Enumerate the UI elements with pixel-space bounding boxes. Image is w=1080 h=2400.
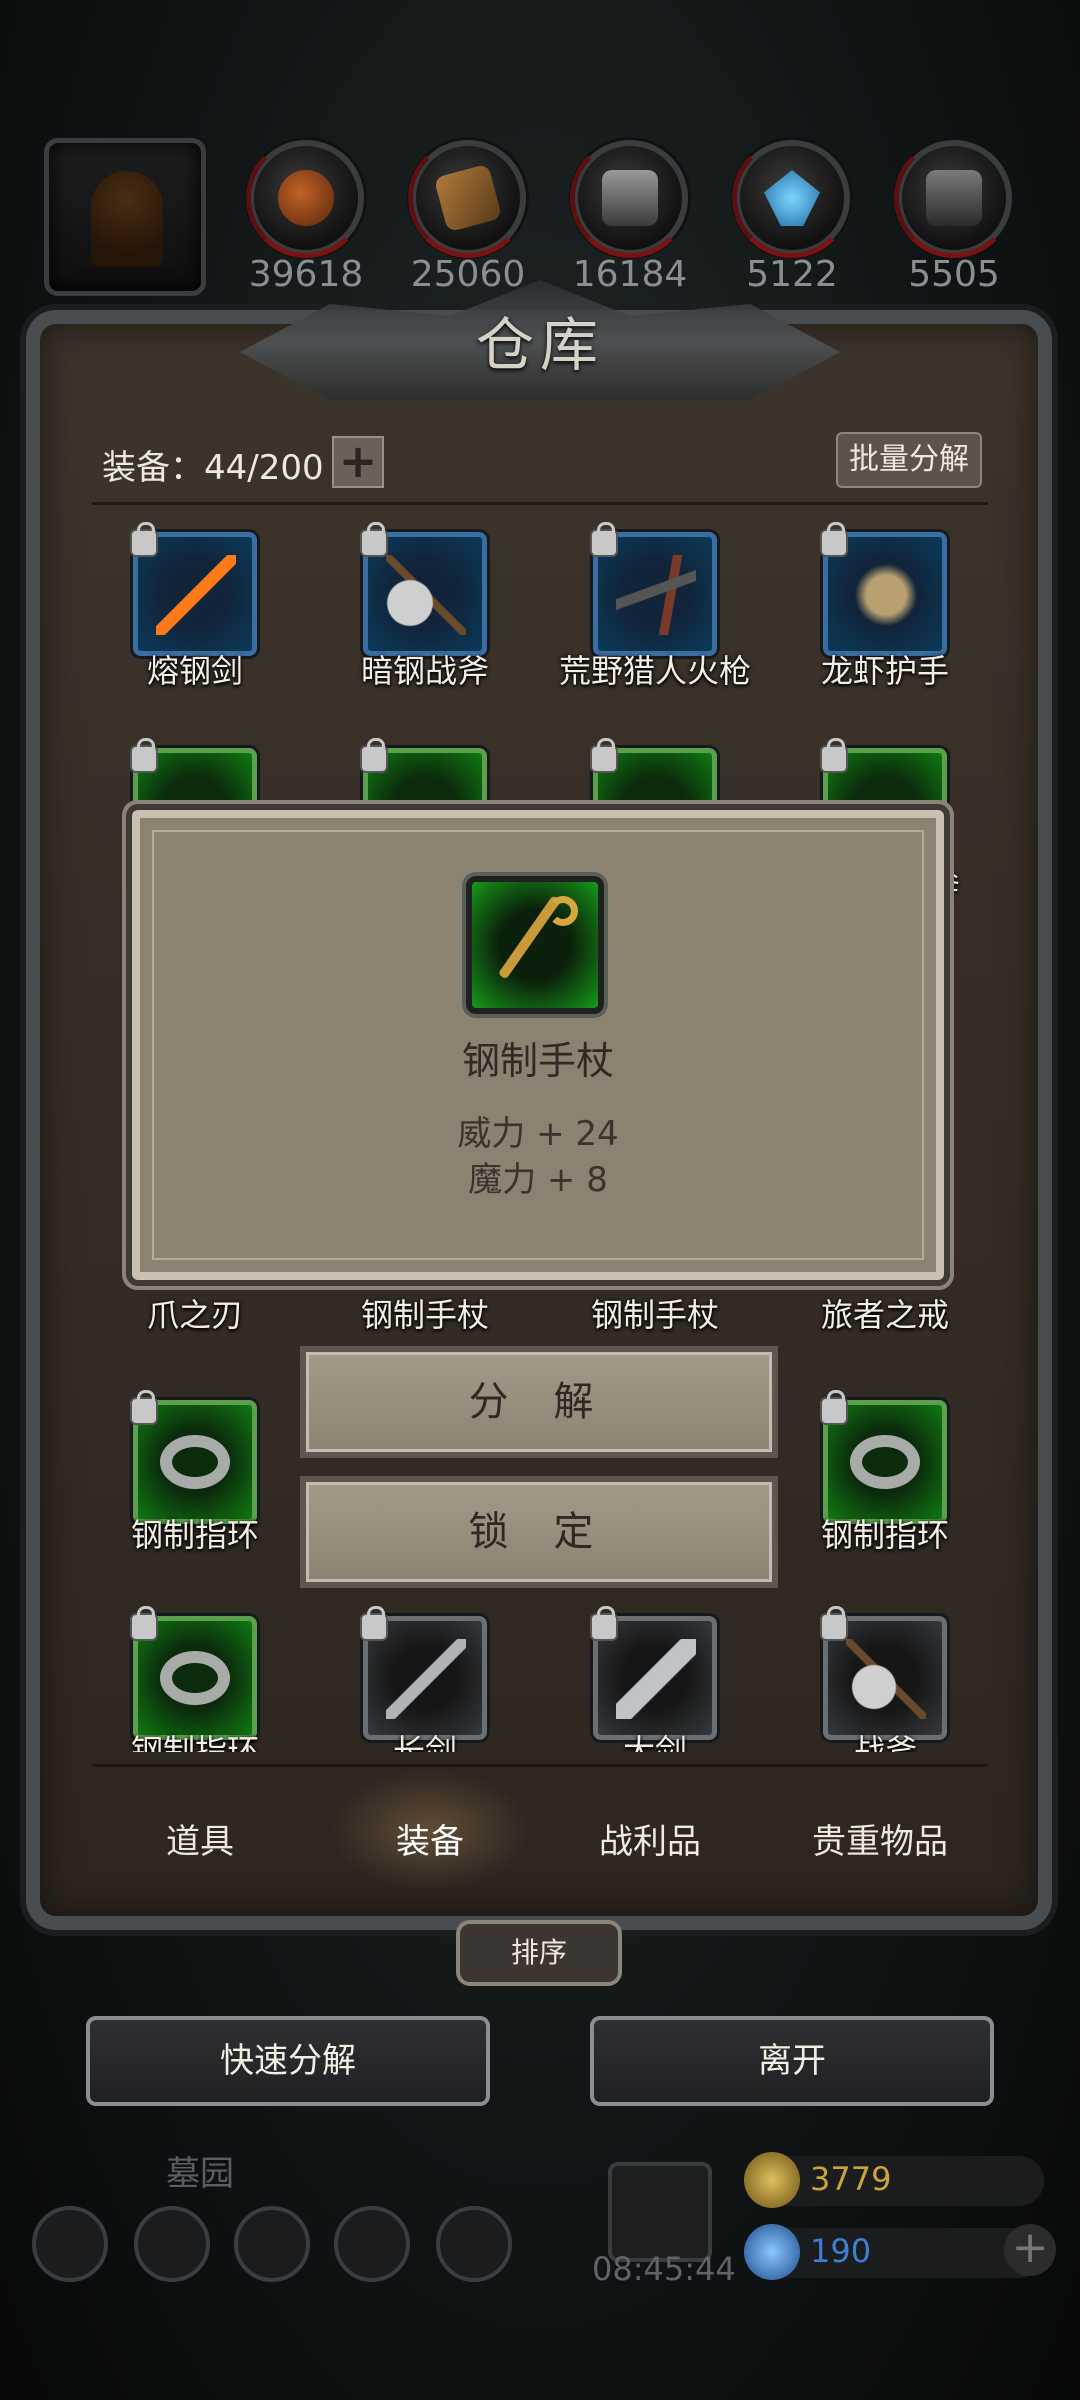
resource-count: 39618 (248, 254, 364, 295)
tab-equipment[interactable]: 装备 (320, 1814, 540, 1863)
resource-slot-wood[interactable] (408, 138, 528, 258)
item-name: 旅者之戒 (820, 1296, 949, 1334)
gem-amount: 190 (810, 2232, 872, 2270)
skills-icon[interactable] (234, 2206, 310, 2282)
popup-stat-power: 威力 + 24 (457, 1114, 619, 1154)
popup-item-name: 钢制手杖 (461, 1039, 614, 1083)
lock-icon (820, 522, 848, 557)
item-name: 熔钢剑 (146, 652, 243, 690)
ring-icon (160, 1435, 230, 1489)
tab-items[interactable]: 道具 (90, 1814, 310, 1863)
lock-icon (130, 522, 158, 557)
tab-loot[interactable]: 战利品 (540, 1814, 760, 1863)
item-slot[interactable] (360, 522, 487, 656)
achievement-icon[interactable] (134, 2206, 210, 2282)
resource-count: 5122 (746, 254, 838, 295)
tab-divider (92, 1764, 988, 1767)
expand-capacity-button[interactable]: + (332, 436, 384, 488)
map-icon[interactable] (334, 2206, 410, 2282)
staff-icon (466, 876, 604, 1014)
item-name: 战斧 (852, 1732, 917, 1752)
quick-decompose-button[interactable]: 快速分解 (86, 2016, 490, 2106)
item-name: 钢制手杖 (590, 1296, 719, 1334)
divider (92, 502, 988, 505)
hooded-figure-icon (91, 171, 163, 267)
item-name: 暗钢战斧 (360, 652, 489, 690)
resource-slot-iron[interactable] (570, 138, 690, 258)
resource-count: 5505 (908, 254, 1000, 295)
leather-icon (278, 170, 334, 226)
item-slot[interactable] (130, 1606, 257, 1740)
leave-button[interactable]: 离开 (590, 2016, 994, 2106)
lock-button[interactable]: 锁 定 (300, 1476, 778, 1588)
lock-icon (590, 522, 618, 557)
item-name: 钢制指环 (820, 1516, 949, 1554)
item-name: 长剑 (392, 1732, 457, 1752)
great-sword-icon (616, 1639, 696, 1719)
tab-valuables[interactable]: 贵重物品 (770, 1814, 990, 1863)
lock-icon (360, 522, 388, 557)
popup-stat-magic: 魔力 + 8 (468, 1160, 608, 1200)
item-name: 荒野猎人火枪 (558, 652, 751, 690)
item-name: 钢制指环 (130, 1516, 259, 1554)
battle-axe-icon (386, 555, 466, 635)
lock-icon (820, 1390, 848, 1425)
gold-amount: 3779 (810, 2160, 892, 2198)
gold-coin-icon (744, 2152, 800, 2208)
ring-icon (160, 1651, 230, 1705)
stone-icon (926, 170, 982, 226)
long-sword-icon (386, 1639, 466, 1719)
resource-count: 16184 (572, 254, 688, 295)
item-slot[interactable] (820, 1606, 947, 1740)
item-name: 钢制指环 (130, 1732, 259, 1752)
resource-slot-leather[interactable] (246, 138, 366, 258)
item-name: 大剑 (622, 1732, 687, 1752)
item-slot[interactable] (130, 522, 257, 656)
settings-gear-icon[interactable] (32, 2206, 108, 2282)
item-name: 龙虾护手 (820, 652, 949, 690)
iron-ingot-icon (602, 170, 658, 226)
item-slot[interactable] (130, 1390, 257, 1524)
item-slot[interactable] (820, 522, 947, 656)
lock-icon (130, 738, 158, 773)
sort-button[interactable]: 排序 (456, 1920, 622, 1986)
decompose-button[interactable]: 分 解 (300, 1346, 778, 1458)
resource-count: 25060 (410, 254, 526, 295)
resource-slot-stone[interactable] (894, 138, 1014, 258)
war-axe-icon (846, 1639, 926, 1719)
hero-portrait-slot[interactable] (44, 138, 206, 296)
batch-decompose-button[interactable]: 批量分解 (836, 432, 982, 488)
lock-icon (130, 1606, 158, 1641)
capacity-label: 装备：44/200 (102, 448, 324, 488)
item-slot[interactable] (590, 1606, 717, 1740)
lock-icon (820, 738, 848, 773)
ring-icon (850, 1435, 920, 1489)
lock-icon (360, 1606, 388, 1641)
item-slot[interactable] (820, 1390, 947, 1524)
gift-box-icon[interactable] (608, 2162, 712, 2262)
timer: 08:45:44 (592, 2250, 736, 2288)
sword-icon (156, 555, 236, 635)
gauntlet-icon (846, 555, 926, 635)
zone-label: 墓园 (166, 2154, 234, 2194)
lock-icon (360, 738, 388, 773)
lock-icon (820, 1606, 848, 1641)
add-currency-button[interactable]: + (1004, 2224, 1056, 2276)
item-name: 爪之刃 (146, 1296, 243, 1334)
musket-icon (616, 555, 696, 635)
item-name: 钢制手杖 (360, 1296, 489, 1334)
resource-slot-crystal[interactable] (732, 138, 852, 258)
lock-icon (130, 1390, 158, 1425)
crafting-icon[interactable] (436, 2206, 512, 2282)
gem-icon (744, 2224, 800, 2280)
lock-icon (590, 1606, 618, 1641)
page-title: 仓库 (475, 311, 604, 379)
item-slot[interactable] (590, 522, 717, 656)
item-slot[interactable] (360, 1606, 487, 1740)
lock-icon (590, 738, 618, 773)
